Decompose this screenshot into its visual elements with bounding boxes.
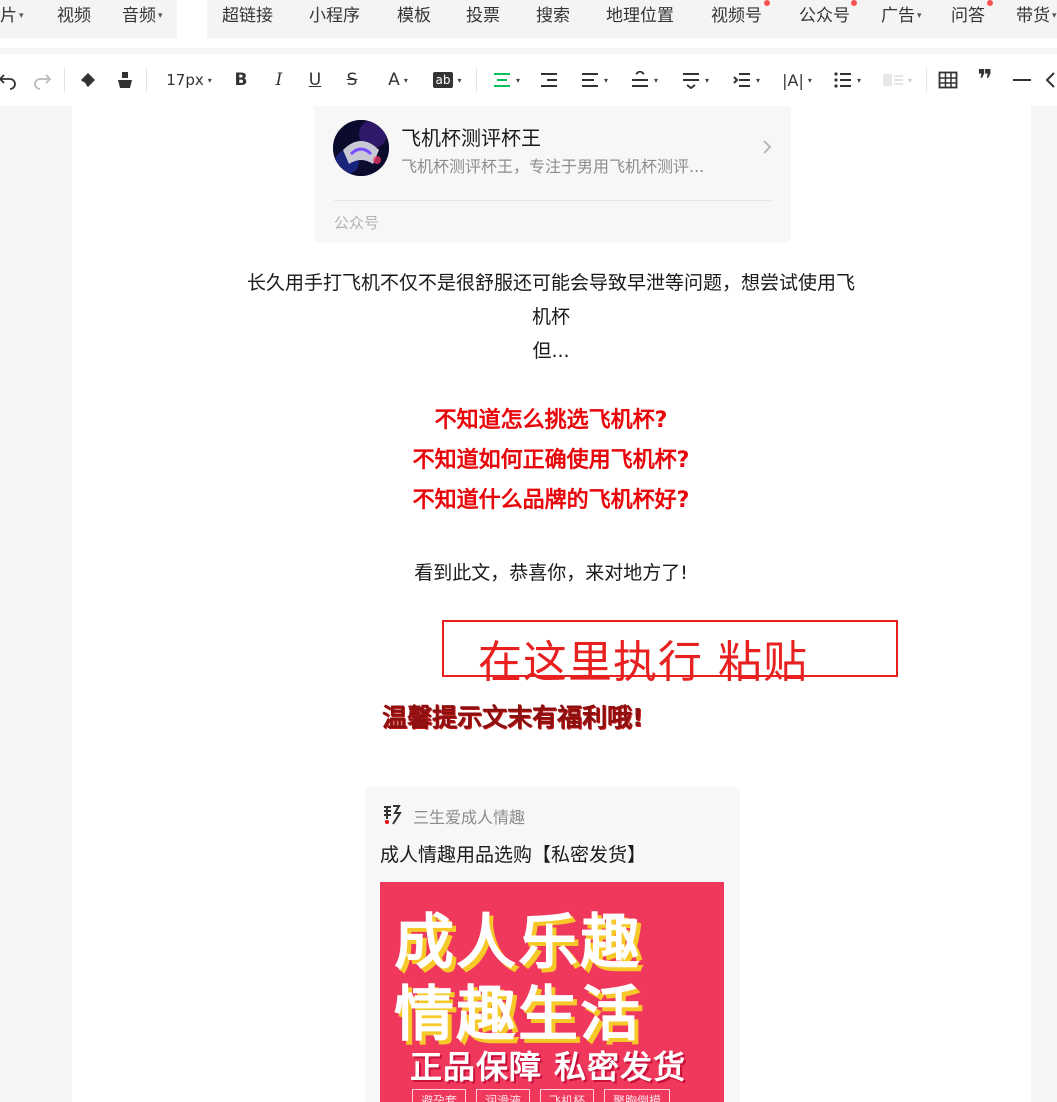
paste-hint-text: 在这里执行 粘贴 xyxy=(478,637,808,688)
tab-search[interactable]: 搜索 xyxy=(536,5,570,27)
quote-icon[interactable]: ❞ xyxy=(973,65,997,95)
tab-qa[interactable]: 问答 xyxy=(951,0,993,27)
format-brush-icon[interactable] xyxy=(113,66,137,94)
tab-video[interactable]: 视频 xyxy=(57,5,91,27)
banner-tag: 润滑液 xyxy=(476,1089,531,1102)
eraser-icon[interactable] xyxy=(76,66,100,94)
account-description: 飞机杯测评杯王，专注于男用飞机杯测评... xyxy=(401,157,705,176)
account-avatar xyxy=(333,120,389,176)
bold-icon[interactable]: B xyxy=(230,66,252,94)
list-indent-icon[interactable]: ▾ xyxy=(727,66,765,94)
shop-logo-icon xyxy=(382,804,402,826)
underline-icon[interactable]: U xyxy=(304,66,326,94)
more-icon[interactable] xyxy=(1043,66,1057,94)
chevron-right-icon xyxy=(759,134,777,160)
tab-ads[interactable]: 广告 ▾ xyxy=(881,5,922,27)
italic-icon[interactable]: I xyxy=(268,66,290,94)
list-icon[interactable]: ▾ xyxy=(828,66,866,94)
divider-icon[interactable] xyxy=(1010,66,1034,94)
account-type-label: 公众号 xyxy=(334,214,380,232)
question-line: 不知道怎么挑选飞机杯? xyxy=(434,408,668,433)
intro-line-1: 长久用手打飞机不仅不是很舒服还可能会导致早泄等问题，想尝试使用飞 xyxy=(246,272,855,294)
table-icon[interactable] xyxy=(936,66,960,94)
tab-hyperlink[interactable]: 超链接 xyxy=(222,5,273,27)
new-badge-dot xyxy=(764,0,770,6)
banner-tag: 聚胸倒模 xyxy=(604,1089,671,1102)
paragraph-spacing-icon[interactable]: ▾ xyxy=(676,66,714,94)
undo-icon[interactable] xyxy=(0,66,20,94)
tab-official-account[interactable]: 公众号 xyxy=(799,0,857,27)
question-line: 不知道如何正确使用飞机杯? xyxy=(412,448,690,473)
font-size-select[interactable]: 17px ▾ xyxy=(160,66,218,94)
intro-line-2: 机杯 xyxy=(531,306,570,328)
format-toolbar: 17px ▾ B I U S A ▾ ab ▾ ▾ ▾ ▾ ▾ ▾ |A| ▾ ▾ ▾ … xyxy=(0,54,1057,106)
insert-tab-group: 超链接 小程序 模板 投票 搜索 地理位置 视频号 公众号 广告 ▾ 问答 带货 ▾ xyxy=(207,0,1057,38)
new-badge-dot xyxy=(851,0,857,6)
congrats-line: 看到此文，恭喜你，来对地方了! xyxy=(414,562,688,584)
banner-tags: 避孕套 润滑液 飞机杯 聚胸倒模 xyxy=(412,1089,671,1102)
layout-icon[interactable]: ▾ xyxy=(878,66,916,94)
tab-channels[interactable]: 视频号 xyxy=(711,0,770,27)
account-name: 飞机杯测评杯王 xyxy=(401,126,541,150)
banner-line-3: 正品保障 私密发货 xyxy=(410,1048,687,1086)
insert-menu-bar: 片 ▾ 视频 音频 ▾ 超链接 小程序 模板 投票 搜索 地理位置 视频号 公众号 … xyxy=(0,0,1057,48)
card-divider xyxy=(334,200,771,201)
tab-template[interactable]: 模板 xyxy=(397,5,431,27)
tab-mini-program[interactable]: 小程序 xyxy=(309,5,360,27)
tab-commerce[interactable]: 带货 ▾ xyxy=(1016,5,1057,27)
background-color-icon[interactable]: ab ▾ xyxy=(428,66,466,94)
tab-vote[interactable]: 投票 xyxy=(466,5,500,27)
tab-audio[interactable]: 音频 ▾ xyxy=(122,5,163,27)
strikethrough-icon[interactable]: S xyxy=(341,66,363,94)
question-line: 不知道什么品牌的飞机杯好? xyxy=(412,488,690,513)
align-center-icon[interactable]: ▾ xyxy=(487,66,525,94)
banner-line-2: 情趣生活 xyxy=(394,980,642,1050)
intro-line-3: 但... xyxy=(532,340,570,362)
mini-program-card[interactable]: 三生爱成人情趣 成人情趣用品选购【私密发货】 成人乐趣 情趣生活 正品保障 私密… xyxy=(365,787,740,1102)
align-justify-icon[interactable]: ▾ xyxy=(575,66,613,94)
banner-tag: 飞机杯 xyxy=(540,1089,595,1102)
redo-icon[interactable] xyxy=(30,66,54,94)
tip-text: 温馨提示文末有福利哦! xyxy=(382,703,644,732)
line-spacing-icon[interactable]: ▾ xyxy=(625,66,663,94)
promo-banner: 成人乐趣 情趣生活 正品保障 私密发货 避孕套 润滑液 飞机杯 聚胸倒模 xyxy=(380,882,724,1102)
font-color-icon[interactable]: A ▾ xyxy=(380,66,416,94)
media-tab-group: 片 ▾ 视频 音频 ▾ xyxy=(0,0,177,38)
indent-icon[interactable] xyxy=(538,66,560,94)
letter-spacing-icon[interactable]: |A| ▾ xyxy=(778,66,816,94)
official-account-card[interactable]: 飞机杯测评杯王 飞机杯测评杯王，专注于男用飞机杯测评... 公众号 xyxy=(314,106,791,243)
shop-name: 三生爱成人情趣 xyxy=(413,808,526,827)
new-badge-dot xyxy=(987,0,993,6)
mini-program-title: 成人情趣用品选购【私密发货】 xyxy=(380,844,647,866)
tab-location[interactable]: 地理位置 xyxy=(606,5,674,27)
banner-tag: 避孕套 xyxy=(412,1089,467,1102)
tab-image[interactable]: 片 ▾ xyxy=(0,5,24,27)
